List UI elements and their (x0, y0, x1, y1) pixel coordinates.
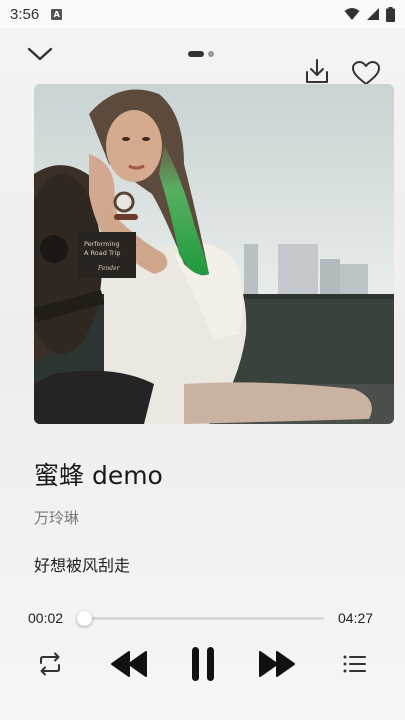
status-time: 3:56 (10, 5, 40, 23)
guitar-text-1: Performing (84, 240, 120, 248)
status-bar: 3:56 A (0, 0, 405, 28)
song-title: 蜜蜂 demo (34, 461, 163, 490)
signal-icon (367, 8, 379, 20)
album-cover: Performing A Road Trip Fender (34, 84, 394, 424)
page-indicator (188, 51, 214, 57)
download-button[interactable] (304, 58, 330, 84)
current-lyric[interactable]: 好想被风刮走 (34, 552, 130, 576)
playback-controls (0, 643, 405, 687)
page-dot[interactable] (208, 51, 214, 57)
previous-button[interactable] (110, 647, 148, 681)
artist-name[interactable]: 万玲琳 (34, 507, 79, 528)
playlist-icon (343, 655, 366, 673)
like-button[interactable] (351, 60, 381, 86)
status-icons (344, 6, 395, 22)
repeat-button[interactable] (36, 651, 64, 677)
total-time: 04:27 (338, 610, 374, 626)
album-cover-image: Performing A Road Trip Fender (34, 84, 394, 424)
notification-icon: A (51, 8, 63, 20)
top-controls (0, 38, 405, 88)
guitar-text-2: A Road Trip (84, 249, 121, 257)
next-button[interactable] (258, 647, 296, 681)
progress-thumb[interactable] (76, 611, 92, 626)
chevron-down-icon (27, 47, 53, 61)
page-dot-active[interactable] (188, 51, 204, 57)
previous-track-icon (111, 651, 147, 677)
next-track-icon (259, 651, 295, 677)
download-icon (306, 59, 328, 83)
heart-icon (352, 61, 380, 85)
guitar-brand: Fender (97, 265, 121, 272)
battery-icon (386, 6, 395, 22)
wifi-icon (344, 8, 360, 20)
pause-button[interactable] (189, 645, 217, 683)
collapse-button[interactable] (26, 44, 54, 64)
playlist-button[interactable] (342, 651, 368, 677)
pause-icon (192, 647, 214, 681)
progress-bar[interactable] (76, 611, 324, 626)
progress-row: 00:02 04:27 (0, 606, 405, 632)
repeat-icon (40, 652, 60, 676)
current-time: 00:02 (28, 610, 64, 626)
